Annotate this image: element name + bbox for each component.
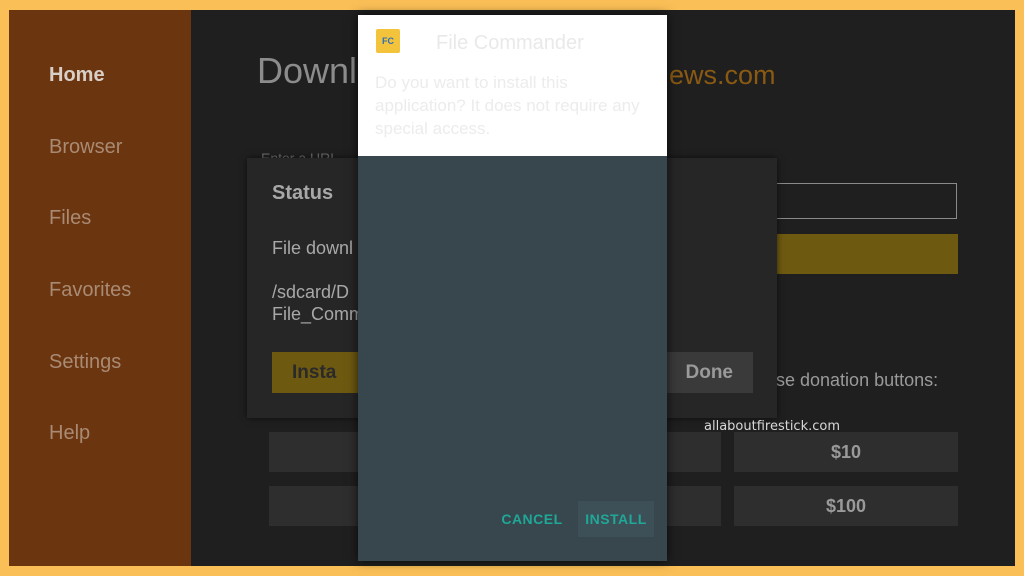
page-title: Downl <box>257 50 358 91</box>
cancel-button[interactable]: CANCEL <box>494 501 570 537</box>
status-message: File downl <box>272 238 354 258</box>
sidebar: Home Browser Files Favorites Settings He… <box>9 10 191 566</box>
file-commander-app-icon: FC <box>376 29 400 53</box>
brand-text: ews.com <box>669 60 776 90</box>
installer-header: FC File Commander Do you want to install… <box>358 15 667 156</box>
sidebar-item-help[interactable]: Help <box>49 422 90 445</box>
install-button[interactable]: INSTALL <box>578 501 654 537</box>
sidebar-item-files[interactable]: Files <box>49 207 91 230</box>
install-question: Do you want to install this application?… <box>375 73 640 138</box>
status-done-label: Done <box>685 361 734 383</box>
status-path-line1: /sdcard/D <box>272 282 350 302</box>
installer-actions: CANCEL INSTALL <box>358 501 667 561</box>
sidebar-item-browser[interactable]: Browser <box>49 136 122 159</box>
sidebar-item-home[interactable]: Home <box>49 64 105 87</box>
app-name: File Commander <box>436 32 584 54</box>
status-title: Status <box>272 182 334 204</box>
app-icon-text: FC <box>382 36 394 46</box>
package-installer-dialog: FC File Commander Do you want to install… <box>358 15 667 561</box>
status-path-line2: File_Comm <box>272 304 365 324</box>
donation-button-10[interactable]: $10 <box>734 432 958 472</box>
sidebar-item-favorites[interactable]: Favorites <box>49 279 131 302</box>
donation-button-100[interactable]: $100 <box>734 486 958 526</box>
donation-label: se donation buttons: <box>776 370 939 390</box>
status-install-label: Insta <box>292 361 337 383</box>
sidebar-item-settings[interactable]: Settings <box>49 351 121 374</box>
watermark: allaboutfirestick.com <box>704 419 840 434</box>
